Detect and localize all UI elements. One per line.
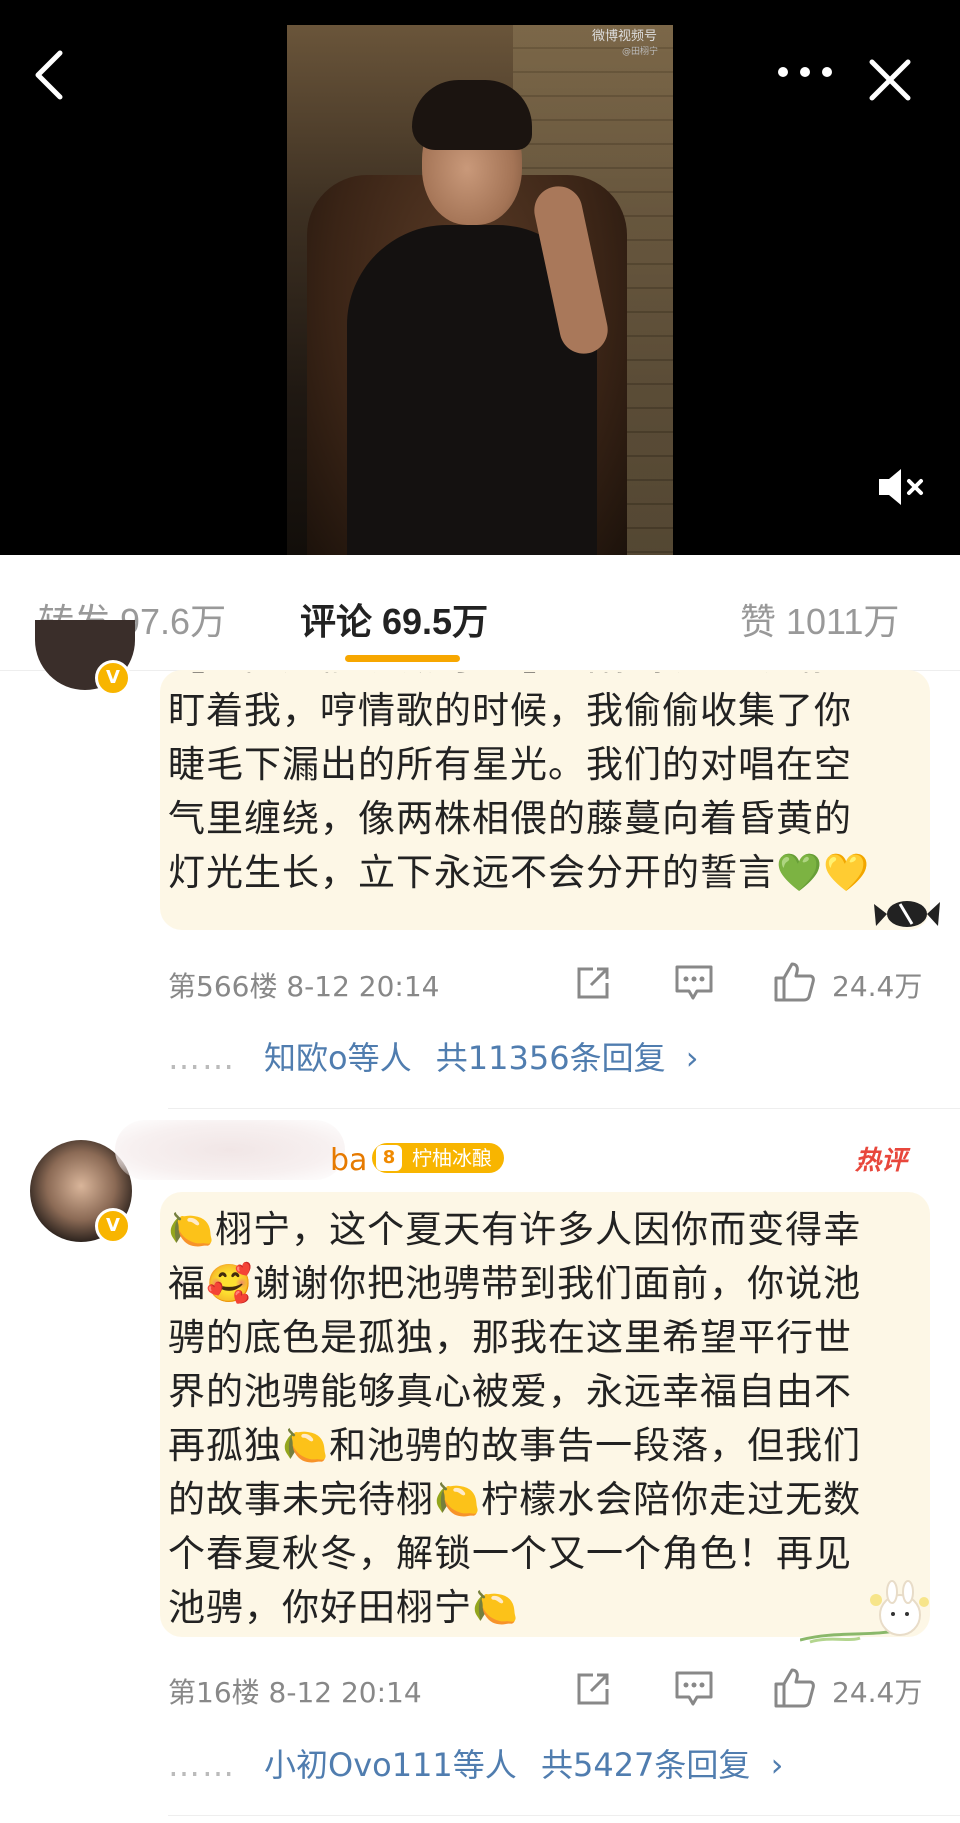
verified-badge: V — [95, 660, 131, 696]
comment-icon[interactable] — [673, 963, 715, 1003]
fan-badge-level: 8 — [376, 1145, 402, 1171]
candy-sticker-icon — [874, 901, 940, 927]
comment-divider — [168, 1108, 960, 1109]
replies-dots: …… — [168, 1746, 236, 1784]
active-tab-indicator — [345, 655, 460, 662]
comment-line: 【一曲定情 天城小爱】当你漂亮的眼睛 — [168, 672, 913, 684]
verified-badge: V — [95, 1208, 131, 1244]
comment-line: 灯光生长，立下永远不会分开的誓言💚💛 — [168, 851, 871, 894]
comment-text[interactable]: 🍋栩宁，这个夏天有许多人因你而变得幸 福🥰谢谢你把池骋带到我们面前，你说池 骋的… — [168, 1203, 913, 1635]
mute-icon[interactable] — [875, 465, 927, 509]
share-icon[interactable] — [573, 963, 613, 1003]
chevron-right-icon: › — [685, 1039, 699, 1077]
video-watermark: 微博视频号 @田栩宁 — [592, 29, 659, 57]
comment-line: 气里缠绕，像两株相偎的藤蔓向着昏黄的 — [168, 797, 852, 840]
comment-divider — [168, 1815, 960, 1816]
more-icon[interactable] — [775, 62, 835, 82]
comment-meta: 第16楼 8-12 20:14 — [168, 1676, 422, 1709]
comment-line: 福🥰谢谢你把池骋带到我们面前，你说池 — [168, 1262, 862, 1305]
close-icon[interactable] — [868, 58, 912, 102]
fan-badge: 8 柠柚冰酿 — [372, 1143, 504, 1173]
replies-total: 共11356条回复 — [435, 1039, 666, 1077]
comment-line: 再孤独🍋和池骋的故事告一段落，但我们 — [168, 1424, 862, 1467]
replies-link[interactable]: …… 知欧o等人 共11356条回复 › — [168, 1033, 699, 1079]
comment-line: 睫毛下漏出的所有星光。我们的对唱在空 — [168, 743, 852, 786]
user-nickname[interactable]: ba — [330, 1143, 367, 1178]
comment-line: 🍋栩宁，这个夏天有许多人因你而变得幸 — [168, 1208, 862, 1251]
back-icon[interactable] — [30, 45, 70, 105]
video-frame[interactable] — [287, 25, 673, 555]
comment-icon[interactable] — [673, 1669, 715, 1709]
comment-line: 骋的底色是孤独，那我在这里希望平行世 — [168, 1316, 852, 1359]
comment-line: 个春夏秋冬，解锁一个又一个角色！再见 — [168, 1532, 852, 1575]
chevron-right-icon: › — [770, 1746, 784, 1784]
comment-text[interactable]: 【一曲定情 天城小爱】当你漂亮的眼睛 盯着我，哼情歌的时候，我偷偷收集了你 睫毛… — [168, 672, 913, 932]
share-icon[interactable] — [573, 1669, 613, 1709]
tab-likes[interactable]: 赞 1011万 — [740, 593, 899, 645]
replies-by: 小初Ovo111等人 — [264, 1746, 517, 1784]
person-hair — [412, 80, 532, 150]
comment-line: 界的池骋能够真心被爱，永远幸福自由不 — [168, 1370, 852, 1413]
hot-comment-badge: 热评 — [855, 1146, 908, 1176]
tab-comments[interactable]: 评论 69.5万 — [300, 593, 488, 645]
comment-line: 的故事未完待栩🍋柠檬水会陪你走过无数 — [168, 1478, 862, 1521]
like-count: 24.4万 — [832, 970, 923, 1003]
comment-meta: 第566楼 8-12 20:14 — [168, 970, 440, 1003]
replies-by: 知欧o等人 — [264, 1039, 412, 1077]
bunny-sticker-icon — [800, 1580, 929, 1644]
blurred-nickname — [115, 1120, 345, 1180]
replies-link[interactable]: …… 小初Ovo111等人 共5427条回复 › — [168, 1740, 783, 1786]
tab-bar: 转发 97.6万 评论 69.5万 赞 1011万 — [0, 555, 960, 671]
like-icon[interactable] — [772, 960, 816, 1004]
video-player[interactable]: 微博视频号 @田栩宁 — [0, 0, 960, 555]
like-count: 24.4万 — [832, 1676, 923, 1709]
comment-line: 盯着我，哼情歌的时候，我偷偷收集了你 — [168, 689, 852, 732]
like-icon[interactable] — [772, 1666, 816, 1710]
replies-total: 共5427条回复 — [540, 1746, 751, 1784]
replies-dots: …… — [168, 1039, 236, 1077]
fan-badge-label: 柠柚冰酿 — [412, 1146, 492, 1170]
